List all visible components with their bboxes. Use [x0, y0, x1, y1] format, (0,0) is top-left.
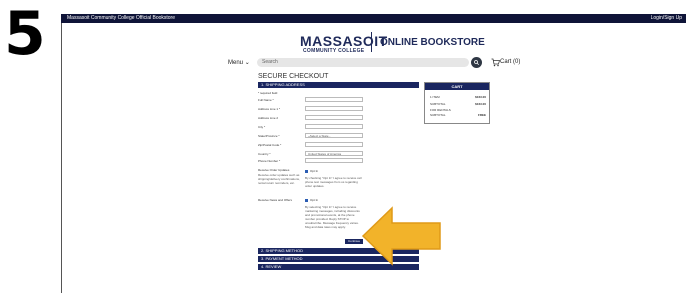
chevron-down-icon: ⌄: [308, 134, 311, 138]
section-label: 4. REVIEW: [261, 264, 282, 269]
field-label: Address Line 2: [258, 116, 279, 120]
city-input[interactable]: [305, 124, 363, 129]
field-label: City *: [258, 125, 266, 129]
arrow-left-icon: [361, 206, 441, 266]
order-updates-label: Receive Order Updates: [258, 168, 290, 172]
cart-row: SUBTOTAL $163.00: [430, 102, 486, 107]
state-select[interactable]: - Select a State - ⌄: [305, 133, 363, 138]
news-offers-consent: By selecting "Opt In" I agree to receive…: [305, 205, 360, 229]
menu-button[interactable]: Menu ⌄: [228, 59, 250, 66]
address-line-2-input[interactable]: [305, 115, 363, 120]
field-label: State/Province *: [258, 134, 280, 138]
news-offers-label: Receive News and Offers: [258, 198, 292, 202]
cart-icon[interactable]: [491, 58, 500, 67]
search-placeholder: Search: [262, 59, 278, 65]
page-title: SECURE CHECKOUT: [258, 73, 329, 80]
field-label: Country *: [258, 152, 271, 156]
top-bar: Massasoit Community College Official Boo…: [61, 14, 686, 23]
cart-summary: CART 1 ITEM $163.00 SUBTOTAL $163.00 FOR…: [424, 82, 490, 124]
field-label: Zip/Postal Code *: [258, 143, 282, 147]
field-label: Phone Number *: [258, 159, 281, 163]
cart-row: 1 ITEM $163.00: [430, 95, 486, 100]
cart-row-label: SUBTOTAL: [430, 102, 446, 106]
search-icon: [474, 60, 479, 65]
cart-row-value: $163.00: [475, 95, 486, 99]
field-label: Address Line 1 *: [258, 107, 281, 111]
cart-row-label: SUBTOTAL: [430, 113, 446, 117]
store-title: Massasoit Community College Official Boo…: [67, 15, 176, 21]
order-updates-desc: Receive order updates such as shipping/d…: [258, 173, 300, 185]
field-label: Full Name *: [258, 98, 274, 102]
field-value: United States of America: [308, 152, 342, 156]
checkbox-label: Opt In: [310, 169, 319, 173]
section-label: 2. SHIPPING METHOD: [261, 248, 304, 253]
chevron-down-icon: ⌄: [244, 60, 250, 66]
news-offers-checkbox[interactable]: [305, 199, 308, 202]
full-name-input[interactable]: [305, 97, 363, 102]
cart-row-value: FREE: [477, 113, 486, 117]
section-label: 3. PAYMENT METHOD: [261, 256, 303, 261]
step-number: 5: [4, 0, 46, 69]
phone-input[interactable]: [305, 158, 363, 163]
search-input[interactable]: Search: [257, 58, 469, 67]
store-name: ONLINE BOOKSTORE: [380, 37, 485, 48]
checkbox-label: Opt In: [310, 198, 319, 202]
address-line-1-input[interactable]: [305, 106, 363, 111]
order-updates-consent: By checking "Opt In" I agree to receive …: [305, 176, 362, 188]
section-label: 1. SHIPPING ADDRESS: [261, 82, 305, 87]
menu-label: Menu: [228, 60, 244, 66]
cart-link[interactable]: Cart (0): [500, 59, 520, 65]
zip-input[interactable]: [305, 142, 363, 147]
logo-divider: [371, 32, 372, 52]
section-shipping-address[interactable]: 1. SHIPPING ADDRESS: [258, 82, 419, 88]
search-button[interactable]: [471, 57, 482, 68]
logo-sub: COMMUNITY COLLEGE: [303, 48, 365, 54]
required-note: * required field: [258, 91, 278, 95]
order-updates-checkbox[interactable]: [305, 170, 308, 173]
cart-row-value: $163.00: [475, 102, 486, 106]
cart-summary-header: CART: [425, 83, 489, 90]
login-link[interactable]: Login/Sign Up: [651, 15, 682, 21]
logo-name: MASSASOIT: [300, 33, 388, 49]
cart-row: SUBTOTAL FREE: [430, 113, 486, 118]
country-select[interactable]: United States of America: [305, 151, 363, 156]
cart-row-label: 1 ITEM: [430, 95, 440, 99]
